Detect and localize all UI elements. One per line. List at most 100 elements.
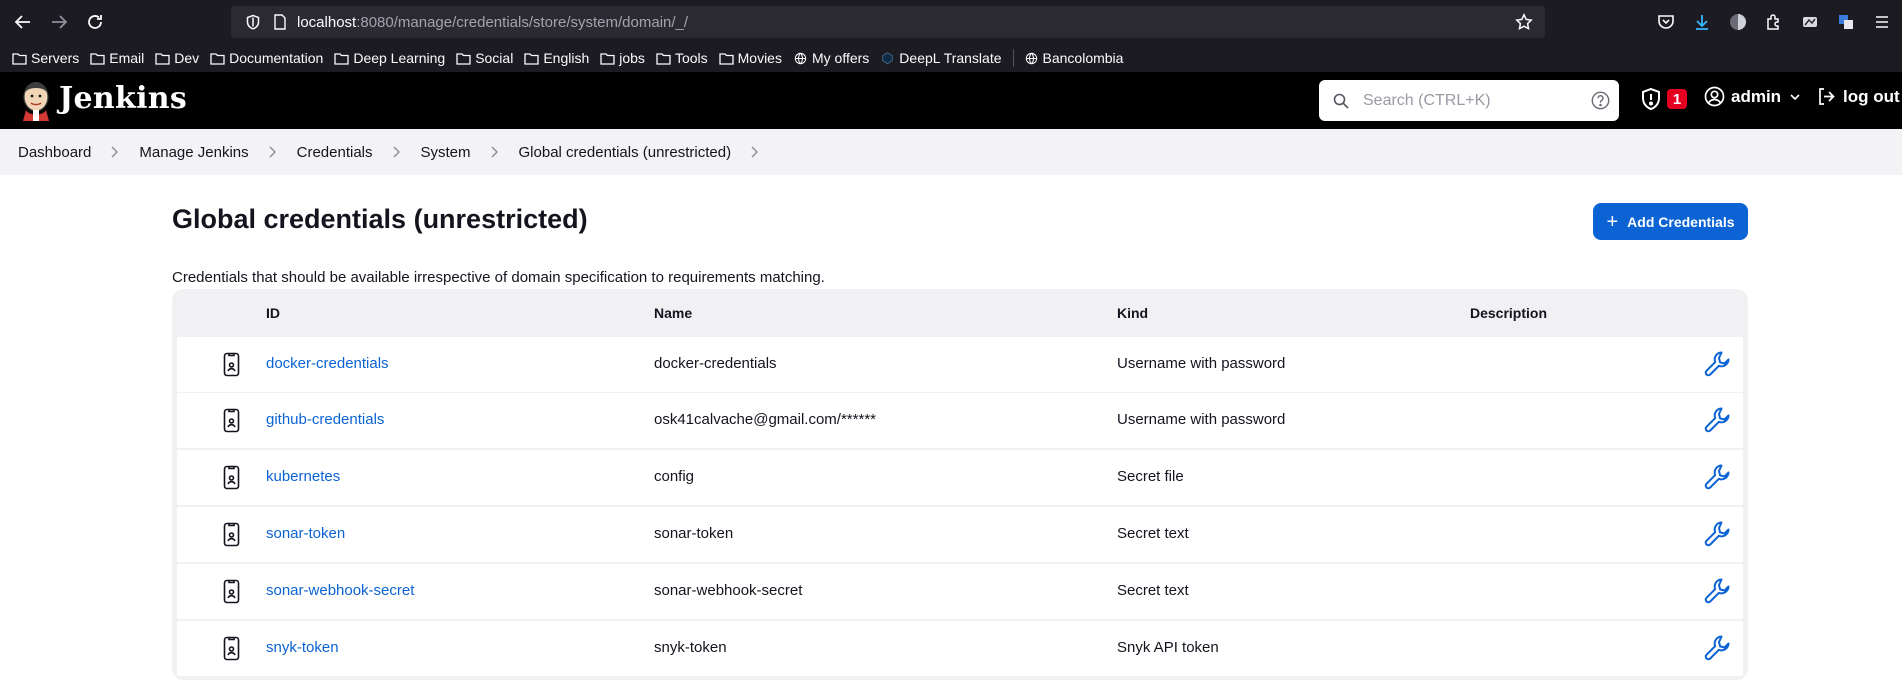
bookmark-label: English xyxy=(543,50,590,66)
table-row: sonar-token sonar-token Secret text xyxy=(177,507,1743,562)
page-icon xyxy=(274,14,286,30)
pocket-button[interactable] xyxy=(1650,6,1682,38)
bookmark-movies[interactable]: Movies xyxy=(718,50,782,66)
bookmark-documentation[interactable]: Documentation xyxy=(210,50,323,66)
credential-name: sonar-token xyxy=(654,525,734,542)
bookmark-deep-learning[interactable]: Deep Learning xyxy=(334,50,445,66)
shield-alert-icon xyxy=(1642,87,1660,111)
credential-id-link[interactable]: sonar-webhook-secret xyxy=(266,582,414,599)
credential-device-icon xyxy=(223,465,240,490)
translate-button[interactable] xyxy=(1830,6,1862,38)
credential-id-link[interactable]: sonar-token xyxy=(266,525,345,542)
logout-label: log out xyxy=(1843,86,1900,106)
bookmark-bancolombia[interactable]: Bancolombia xyxy=(1024,50,1123,66)
credential-device-icon xyxy=(223,636,240,661)
chevron-right-icon xyxy=(109,146,119,158)
jenkins-header: Jenkins 1 admin log out xyxy=(0,72,1902,129)
chevron-right-icon[interactable] xyxy=(749,146,759,158)
bookmark-label: Documentation xyxy=(229,50,324,66)
bookmarks-bar: Servers Email Dev Documentation Deep Lea… xyxy=(0,44,1902,72)
table-row: kubernetes config Secret file xyxy=(177,450,1743,505)
chevron-down-icon xyxy=(1790,93,1800,100)
credential-id-link[interactable]: snyk-token xyxy=(266,639,339,656)
column-header-name[interactable]: Name xyxy=(654,305,692,321)
breadcrumb-credentials[interactable]: Credentials xyxy=(297,144,373,161)
logout-link[interactable]: log out xyxy=(1816,86,1900,107)
add-credentials-label: Add Credentials xyxy=(1627,213,1735,230)
star-icon[interactable] xyxy=(1515,13,1533,31)
wrench-icon[interactable] xyxy=(1703,349,1733,379)
table-row: github-credentials osk41calvache@gmail.c… xyxy=(177,393,1743,448)
jenkins-logo-icon[interactable] xyxy=(18,80,54,122)
credential-id-link[interactable]: kubernetes xyxy=(266,468,340,485)
extension-button-1[interactable] xyxy=(1794,6,1826,38)
column-header-description[interactable]: Description xyxy=(1470,305,1547,321)
folder-icon xyxy=(524,52,539,65)
wrench-icon[interactable] xyxy=(1703,405,1733,435)
bookmark-my-offers[interactable]: My offers xyxy=(793,50,869,66)
credential-device-icon xyxy=(223,522,240,547)
shield-icon xyxy=(246,14,260,30)
credential-kind: Username with password xyxy=(1117,411,1286,428)
browser-toolbar: localhost:8080/manage/credentials/store/… xyxy=(0,0,1902,44)
credential-device-icon xyxy=(223,579,240,604)
pocket-icon xyxy=(1658,15,1674,29)
security-alert[interactable]: 1 xyxy=(1640,87,1687,111)
chevron-right-icon xyxy=(489,146,499,158)
search-input[interactable] xyxy=(1363,91,1583,110)
menu-button[interactable] xyxy=(1866,6,1898,38)
credential-device-icon xyxy=(223,352,240,377)
globe-icon xyxy=(794,52,807,64)
bookmark-deepl[interactable]: DeepL Translate xyxy=(880,50,1002,66)
search-box[interactable] xyxy=(1319,80,1619,121)
bookmark-servers[interactable]: Servers xyxy=(12,50,79,66)
breadcrumb-manage-jenkins[interactable]: Manage Jenkins xyxy=(139,144,248,161)
logout-icon xyxy=(1819,88,1835,105)
credential-name: config xyxy=(654,468,695,485)
column-header-kind[interactable]: Kind xyxy=(1117,305,1148,321)
credential-id-link[interactable]: docker-credentials xyxy=(266,355,389,372)
forward-button[interactable] xyxy=(41,4,77,40)
breadcrumb: Dashboard Manage Jenkins Credentials Sys… xyxy=(0,129,1902,175)
url-bar[interactable]: localhost:8080/manage/credentials/store/… xyxy=(231,6,1545,38)
chevron-right-icon xyxy=(267,146,277,158)
bookmark-label: DeepL Translate xyxy=(899,50,1002,66)
bookmark-social[interactable]: Social xyxy=(456,50,513,66)
credential-id-link[interactable]: github-credentials xyxy=(266,411,384,428)
credential-name: osk41calvache@gmail.com/****** xyxy=(654,411,876,428)
bookmark-email[interactable]: Email xyxy=(90,50,144,66)
add-credentials-button[interactable]: + Add Credentials xyxy=(1593,203,1748,240)
account-avatar-icon xyxy=(1730,14,1746,30)
folder-icon xyxy=(718,52,734,65)
folder-icon xyxy=(90,52,105,65)
bookmark-jobs[interactable]: jobs xyxy=(600,50,645,66)
folder-icon xyxy=(456,52,471,65)
breadcrumb-system[interactable]: System xyxy=(421,144,471,161)
extensions-button[interactable] xyxy=(1758,6,1790,38)
plus-icon: + xyxy=(1606,210,1619,233)
help-icon[interactable] xyxy=(1591,91,1610,110)
downloads-button[interactable] xyxy=(1686,6,1718,38)
jenkins-title[interactable]: Jenkins xyxy=(59,81,187,116)
wrench-icon[interactable] xyxy=(1703,519,1733,549)
reload-button[interactable] xyxy=(77,4,113,40)
user-menu[interactable]: admin xyxy=(1704,86,1801,107)
bookmark-english[interactable]: English xyxy=(524,50,589,66)
reload-icon xyxy=(88,15,102,29)
wrench-icon[interactable] xyxy=(1703,633,1733,663)
account-button[interactable] xyxy=(1722,6,1754,38)
wrench-icon[interactable] xyxy=(1703,576,1733,606)
puzzle-icon xyxy=(1767,14,1779,30)
hamburger-icon xyxy=(1876,16,1888,28)
wrench-icon[interactable] xyxy=(1703,462,1733,492)
breadcrumb-dashboard[interactable]: Dashboard xyxy=(18,144,91,161)
folder-icon xyxy=(334,52,349,65)
bookmark-dev[interactable]: Dev xyxy=(155,50,199,66)
back-button[interactable] xyxy=(5,4,41,40)
column-header-id[interactable]: ID xyxy=(266,305,280,321)
bookmark-separator xyxy=(1012,49,1014,67)
breadcrumb-global-credentials[interactable]: Global credentials (unrestricted) xyxy=(519,144,732,161)
arrow-right-icon xyxy=(52,15,68,29)
alert-count-badge: 1 xyxy=(1667,89,1687,109)
bookmark-tools[interactable]: Tools xyxy=(656,50,708,66)
